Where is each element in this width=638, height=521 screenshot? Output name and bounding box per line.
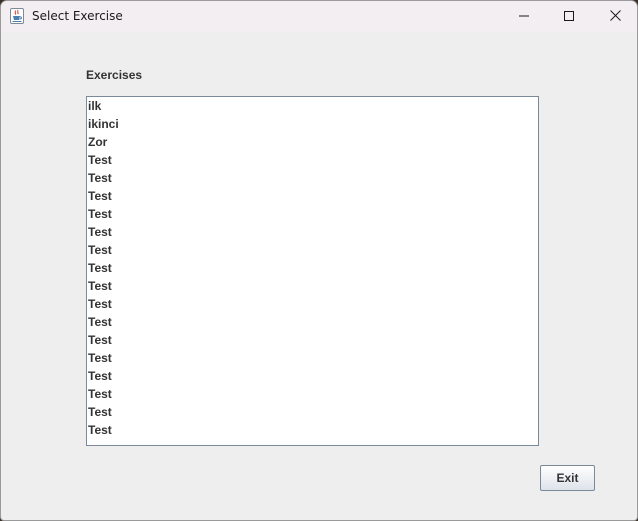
exercise-list[interactable]: ilk ikinci Zor Test Test Test Test Test Test Test… bbox=[86, 96, 539, 446]
list-item[interactable]: Test bbox=[87, 421, 538, 439]
select-exercise-window: Select Exercise Exercises ilk ikinci Zor Te… bbox=[0, 0, 638, 521]
close-icon bbox=[609, 8, 621, 26]
java-cup-icon bbox=[10, 8, 24, 24]
maximize-button[interactable] bbox=[546, 1, 592, 32]
list-item[interactable]: Test bbox=[87, 349, 538, 367]
exercises-label: Exercises bbox=[86, 68, 143, 82]
minimize-button[interactable] bbox=[501, 1, 547, 32]
list-item[interactable]: Test bbox=[87, 151, 538, 169]
list-item[interactable]: ikinci bbox=[87, 115, 538, 133]
list-item[interactable]: Test bbox=[87, 223, 538, 241]
list-item[interactable]: Test bbox=[87, 241, 538, 259]
list-item[interactable]: Zor bbox=[87, 133, 538, 151]
list-item[interactable]: Test bbox=[87, 259, 538, 277]
list-item[interactable]: Test bbox=[87, 187, 538, 205]
list-item[interactable]: Test bbox=[87, 385, 538, 403]
window-title: Select Exercise bbox=[32, 9, 123, 23]
maximize-icon bbox=[564, 8, 574, 26]
list-item[interactable]: Test bbox=[87, 313, 538, 331]
list-item[interactable]: Test bbox=[87, 169, 538, 187]
list-item[interactable]: ilk bbox=[87, 97, 538, 115]
list-item[interactable]: Test bbox=[87, 331, 538, 349]
exit-button[interactable]: Exit bbox=[540, 465, 595, 491]
list-item[interactable]: Test bbox=[87, 277, 538, 295]
list-item[interactable]: Test bbox=[87, 403, 538, 421]
title-bar[interactable]: Select Exercise bbox=[1, 1, 637, 32]
minimize-icon bbox=[519, 8, 529, 26]
close-button[interactable] bbox=[592, 1, 637, 32]
list-item[interactable]: Test bbox=[87, 367, 538, 385]
list-item[interactable]: Test bbox=[87, 205, 538, 223]
list-item[interactable]: Test bbox=[87, 295, 538, 313]
